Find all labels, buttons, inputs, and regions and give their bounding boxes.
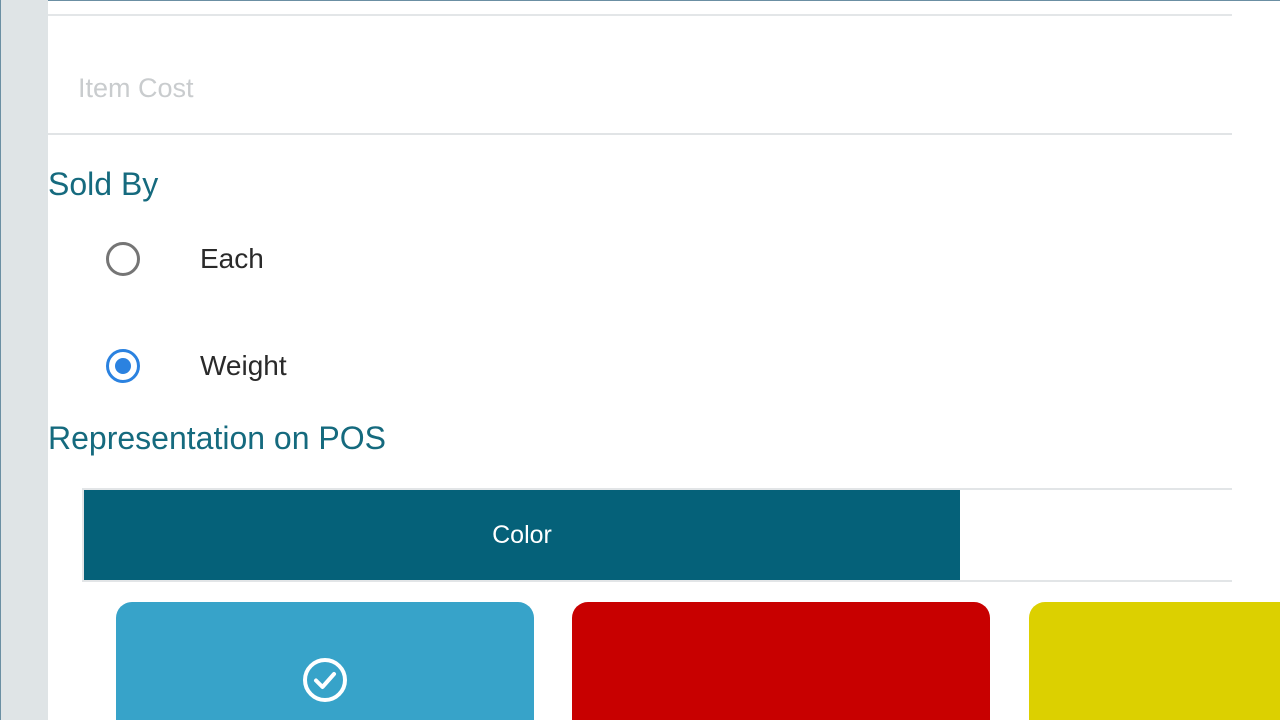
app-frame: Item Cost Sold By Each Weight Representa… [0,0,1280,720]
item-cost-placeholder: Item Cost [78,73,194,103]
field-underline-previous [48,14,1232,16]
tab-color[interactable]: Color [84,490,960,580]
radio-label-weight: Weight [200,350,287,381]
window-border-top [48,0,1280,1]
tab-secondary[interactable] [960,490,1232,580]
color-swatch-blue[interactable] [116,602,534,720]
color-swatch-red[interactable] [572,602,990,720]
representation-tabs: Color [82,488,1232,582]
radio-each[interactable] [106,242,140,276]
radio-label-each: Each [200,243,264,274]
check-circle-icon [303,658,347,702]
item-cost-input[interactable]: Item Cost [48,55,1232,135]
sold-by-option-each[interactable]: Each [106,239,264,279]
radio-weight[interactable] [106,349,140,383]
sold-by-heading: Sold By [48,166,159,202]
color-swatch-yellow[interactable] [1029,602,1280,720]
representation-heading: Representation on POS [48,420,386,456]
sold-by-option-weight[interactable]: Weight [106,346,287,386]
side-rail [1,0,48,720]
